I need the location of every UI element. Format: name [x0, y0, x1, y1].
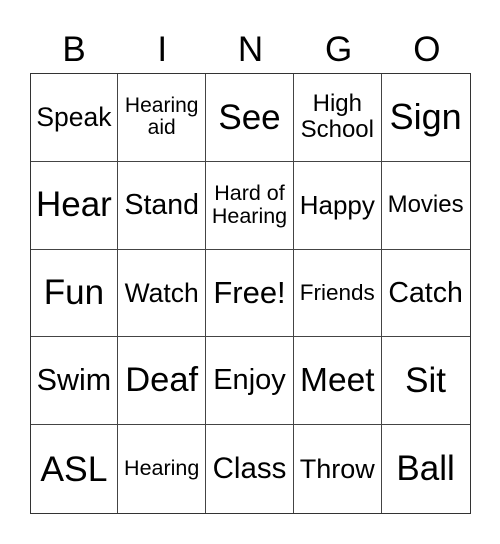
bingo-cell[interactable]: Stand — [118, 161, 207, 250]
bingo-grid: Speak Hearing aid See High School Sign H… — [29, 73, 471, 514]
bingo-cell[interactable]: Ball — [382, 425, 470, 513]
bingo-header: B I N G O — [30, 30, 471, 70]
bingo-cell[interactable]: ASL — [31, 425, 119, 513]
bingo-cell[interactable]: Enjoy — [206, 337, 294, 426]
bingo-cell[interactable]: Hearing — [118, 425, 207, 513]
header-letter-o: O — [413, 30, 441, 69]
header-letter-b: B — [62, 30, 86, 69]
bingo-cell[interactable]: Swim — [30, 337, 119, 426]
header-letter-g: G — [325, 30, 353, 69]
bingo-cell[interactable]: Sit — [381, 337, 470, 426]
bingo-cell[interactable]: Hard of Hearing — [206, 161, 294, 250]
bingo-cell[interactable]: Class — [206, 425, 294, 513]
bingo-cell[interactable]: High School — [293, 74, 382, 162]
header-letter-i: I — [157, 30, 168, 69]
bingo-cell[interactable]: Catch — [381, 250, 470, 338]
bingo-cell[interactable]: Movies — [381, 162, 470, 250]
bingo-cell[interactable]: Meet — [293, 337, 382, 426]
bingo-cell[interactable]: Happy — [293, 161, 382, 250]
bingo-cell[interactable]: Watch — [118, 249, 207, 338]
bingo-cell[interactable]: See — [206, 74, 294, 162]
bingo-cell[interactable]: Deaf — [118, 337, 207, 426]
bingo-cell[interactable]: Hearing aid — [118, 74, 207, 162]
bingo-cell[interactable]: Hear — [30, 161, 119, 250]
bingo-cell[interactable]: Friends — [293, 249, 382, 338]
free-space-cell[interactable]: Free! — [206, 249, 294, 338]
bingo-cell[interactable]: Throw — [294, 425, 382, 513]
bingo-cell[interactable]: Speak — [30, 74, 119, 162]
header-letter-n: N — [237, 30, 264, 69]
bingo-cell[interactable]: Sign — [381, 74, 470, 162]
bingo-cell[interactable]: Fun — [30, 249, 119, 338]
